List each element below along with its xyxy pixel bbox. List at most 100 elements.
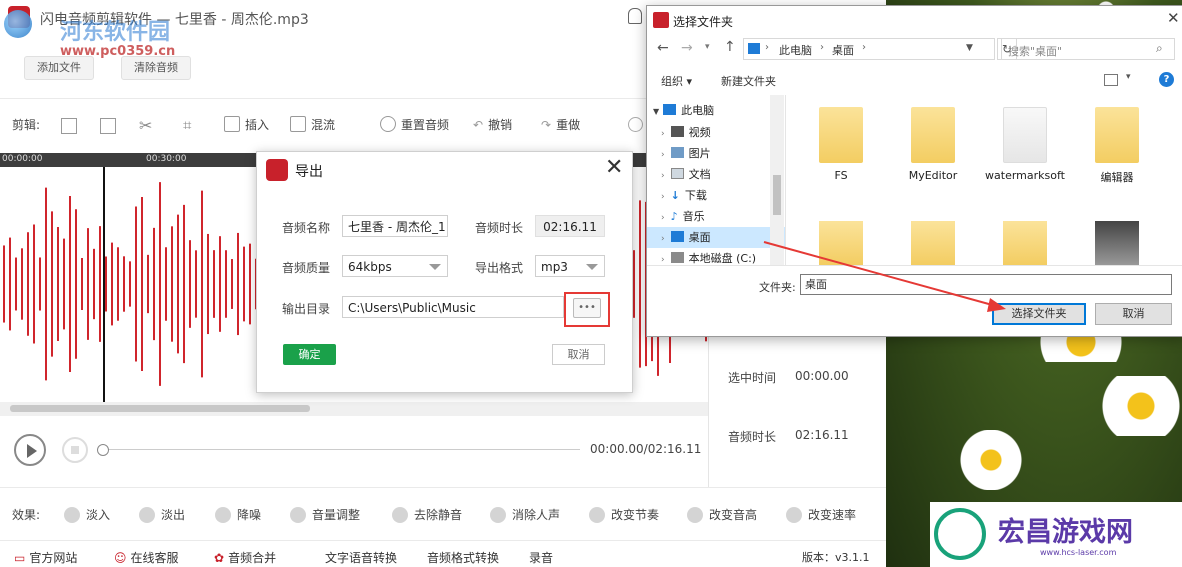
format-convert-link[interactable]: 音频格式转换: [427, 549, 499, 566]
undo-tool[interactable]: ↶ 撤销: [473, 116, 512, 134]
change-tempo-button[interactable]: 改变节奏: [589, 506, 659, 524]
scrollbar-thumb[interactable]: [10, 405, 310, 412]
insert-tool[interactable]: 插入: [224, 116, 269, 134]
view-dropdown-icon[interactable]: ▾: [1126, 72, 1131, 82]
new-folder-button[interactable]: 新建文件夹: [721, 73, 776, 89]
folder-item-watermarksoft[interactable]: watermarksoft: [985, 107, 1065, 182]
address-segment-desktop[interactable]: 桌面: [832, 42, 854, 58]
computer-icon: [663, 104, 677, 115]
fade-in-icon: [64, 507, 80, 523]
tree-item-local-disk[interactable]: › 本地磁盘 (C:): [647, 248, 785, 265]
tree-expand-icon: ›: [661, 171, 665, 181]
progress-track[interactable]: [100, 449, 580, 450]
organize-menu[interactable]: 组织 ▾: [661, 73, 692, 89]
folder-cancel-button[interactable]: 取消: [1095, 303, 1172, 325]
tree-item-downloads[interactable]: › ↓ 下载: [647, 185, 785, 206]
address-segment-pc[interactable]: 此电脑: [779, 42, 812, 58]
clear-audio-button[interactable]: 清除音频: [121, 56, 191, 80]
recent-chevron-icon[interactable]: ▾: [705, 42, 710, 52]
tree-expand-icon: ›: [661, 150, 665, 160]
volume-adjust-button[interactable]: 音量调整: [290, 506, 360, 524]
mix-tool[interactable]: 混流: [290, 116, 335, 134]
chevron-down-icon: [586, 264, 598, 270]
cut-icon[interactable]: ✂: [139, 116, 152, 135]
folder-item-editor[interactable]: 编辑器: [1077, 107, 1157, 185]
tree-item-documents[interactable]: › 文档: [647, 164, 785, 185]
zoom-in-icon[interactable]: [628, 117, 643, 132]
paste-icon[interactable]: [100, 118, 116, 134]
official-site-label: 官方网站: [29, 551, 78, 565]
tree-item-desktop[interactable]: › 桌面: [647, 227, 785, 248]
change-pitch-button[interactable]: 改变音高: [687, 506, 757, 524]
watermark-url: www.pc0359.cn: [60, 44, 176, 59]
select-folder-button[interactable]: 选择文件夹: [992, 303, 1086, 325]
change-speed-button[interactable]: 改变速率: [786, 506, 856, 524]
watermark-bottom-url: www.hcs-laser.com: [1040, 548, 1117, 557]
tree-item-pictures[interactable]: › 图片: [647, 143, 785, 164]
record-link[interactable]: 录音: [529, 549, 553, 566]
folder-dialog-title: 选择文件夹: [673, 15, 734, 29]
folder-item-fs[interactable]: FS: [801, 107, 881, 182]
tree-item-music[interactable]: › ♪ 音乐: [647, 206, 785, 227]
folder-thumb-row2-1[interactable]: [819, 221, 863, 265]
folder-thumb-row2-4[interactable]: [1095, 221, 1139, 265]
help-icon[interactable]: ?: [1159, 72, 1174, 87]
confirm-button[interactable]: 确定: [283, 344, 336, 365]
crop-icon[interactable]: ⌗: [183, 116, 191, 134]
selection-time-value: 00:00.00: [795, 369, 849, 383]
online-service-link[interactable]: ☺ 在线客服: [114, 549, 179, 566]
redo-icon: ↷: [541, 118, 552, 132]
forward-arrow-icon[interactable]: →: [681, 40, 693, 56]
stop-button[interactable]: [62, 437, 88, 463]
audio-name-input[interactable]: 七里香 - 周杰伦_1: [342, 215, 448, 237]
play-button[interactable]: [14, 434, 46, 466]
chevron-down-icon: [429, 264, 441, 270]
folder-picker-dialog: 选择文件夹 ✕ ← → ▾ ↑ › 此电脑 › 桌面 › ▼ ↻ 搜索"桌面" …: [646, 5, 1182, 337]
export-format-select[interactable]: mp3: [535, 255, 605, 277]
close-icon[interactable]: ✕: [605, 154, 623, 182]
change-pitch-label: 改变音高: [709, 508, 758, 522]
view-options-icon[interactable]: [1104, 74, 1118, 86]
nav-scroll-thumb[interactable]: [773, 175, 781, 215]
audio-duration-label: 音频时长: [728, 430, 777, 444]
official-site-link[interactable]: ▭ 官方网站: [14, 549, 77, 566]
denoise-button[interactable]: 降噪: [215, 506, 261, 524]
folder-thumb-row2-3[interactable]: [1003, 221, 1047, 265]
text-to-speech-link[interactable]: 文字语音转换: [325, 549, 397, 566]
fade-out-button[interactable]: 淡出: [139, 506, 185, 524]
browse-button[interactable]: •••: [573, 298, 601, 318]
play-icon: [27, 444, 37, 458]
volume-adjust-label: 音量调整: [312, 508, 361, 522]
merge-icon: ✿: [214, 551, 225, 565]
tree-label-desktop: 桌面: [688, 231, 711, 244]
search-box[interactable]: 搜索"桌面" ⌕: [1001, 38, 1175, 60]
remove-silence-button[interactable]: 去除静音: [392, 506, 462, 524]
denoise-icon: [215, 507, 231, 523]
address-dropdown-icon[interactable]: ▼: [966, 43, 973, 53]
folder-name-label: 文件夹:: [759, 281, 796, 294]
remove-vocal-button[interactable]: 消除人声: [490, 506, 560, 524]
folder-name-input[interactable]: 桌面: [800, 274, 1172, 295]
nav-pane-scrollbar[interactable]: [770, 95, 784, 265]
reset-audio-tool[interactable]: 重置音频: [380, 116, 449, 134]
vocal-icon: [490, 507, 506, 523]
user-icon[interactable]: [628, 8, 642, 24]
audio-quality-select[interactable]: 64kbps: [342, 255, 448, 277]
folder-item-myeditor[interactable]: MyEditor: [893, 107, 973, 182]
folder-close-icon[interactable]: ✕: [1167, 9, 1180, 27]
add-file-button[interactable]: 添加文件: [24, 56, 94, 80]
audio-merge-link[interactable]: ✿ 音频合并: [214, 549, 276, 566]
folder-thumb-row2-2[interactable]: [911, 221, 955, 265]
fade-in-button[interactable]: 淡入: [64, 506, 110, 524]
export-cancel-button[interactable]: 取消: [552, 344, 605, 365]
output-dir-input[interactable]: C:\Users\Public\Music: [342, 296, 564, 318]
up-arrow-icon[interactable]: ↑: [724, 39, 736, 55]
address-bar[interactable]: › 此电脑 › 桌面 › ▼: [743, 38, 995, 60]
waveform-scrollbar[interactable]: [0, 402, 708, 416]
back-arrow-icon[interactable]: ←: [657, 40, 669, 56]
redo-tool[interactable]: ↷ 重做: [541, 116, 580, 134]
tree-item-videos[interactable]: › 视频: [647, 122, 785, 143]
tree-item-this-pc[interactable]: ▼ 此电脑: [647, 100, 785, 121]
progress-handle[interactable]: [97, 444, 109, 456]
copy-icon[interactable]: [61, 118, 77, 134]
